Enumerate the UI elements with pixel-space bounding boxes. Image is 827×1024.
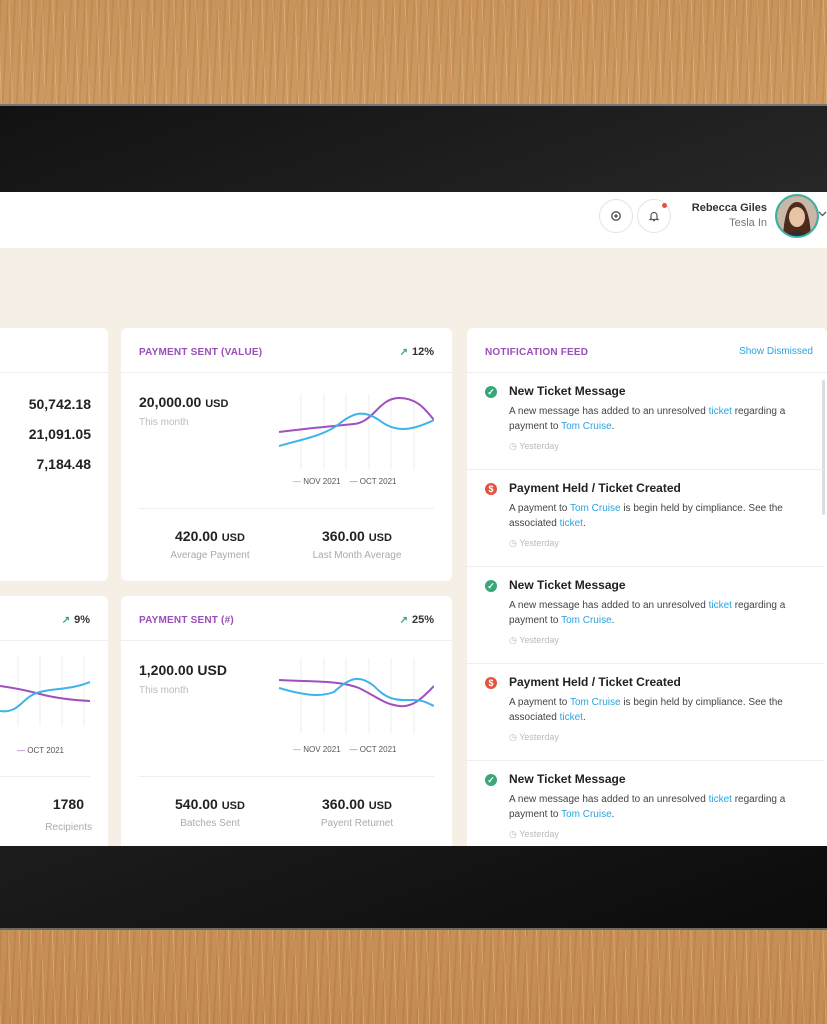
summary-value-3: 7,184.48 (36, 456, 92, 472)
tablet-screen: Rebecca Giles Tesla In 50,742.18 21,091.… (0, 192, 827, 846)
payment-count-period: This month (139, 685, 189, 696)
wood-surface-top (0, 0, 827, 104)
notification-item[interactable]: ✓ New Ticket Message A new message has a… (467, 761, 824, 846)
dollar-alert-icon: $ (485, 483, 497, 495)
notification-item[interactable]: ✓ New Ticket Message A new message has a… (467, 567, 824, 664)
notifications-button[interactable] (637, 199, 671, 233)
payment-value-title: PAYMENT SENT (VALUE) (139, 347, 263, 358)
trend-up-icon: ↗ (399, 347, 408, 358)
payment-count-header: PAYMENT SENT (#) ↗ 25% (121, 596, 452, 641)
check-circle-icon: ✓ (485, 580, 497, 592)
recipients-line-chart (0, 656, 90, 726)
user-company: Tesla In (729, 217, 767, 229)
payment-value-legend: — NOV 2021 — OCT 2021 (293, 477, 397, 486)
legend-swatch-oct: — (349, 477, 358, 486)
recipients-card: ↗ 9% — OCT 2021 1780 Recipients (0, 596, 108, 846)
legend-swatch-nov: — (293, 477, 301, 486)
notification-time: ◷ Yesterday (509, 441, 559, 451)
show-dismissed-link[interactable]: Show Dismissed (739, 346, 813, 357)
wood-surface-bottom (0, 926, 827, 1024)
trend-up-icon: ↗ (399, 615, 408, 626)
last-month-average-stat: 360.00 USD Last Month Average (312, 528, 402, 561)
recipients-value: 1780 (52, 796, 84, 812)
settings-button[interactable] (599, 199, 633, 233)
ticket-link[interactable]: ticket (709, 600, 732, 611)
recipients-label: Recipients (45, 822, 92, 833)
avatar-photo (777, 196, 817, 236)
notification-item[interactable]: $ Payment Held / Ticket Created A paymen… (467, 664, 824, 761)
payment-value-card: PAYMENT SENT (VALUE) ↗ 12% 20,000.00 USD … (121, 328, 452, 581)
series-oct-2021 (0, 685, 90, 702)
notification-feed: NOTIFICATION FEED Show Dismissed ✓ New T… (467, 328, 827, 846)
payment-value-line-chart (279, 394, 434, 469)
batches-sent-stat: 540.00 USD Batches Sent (175, 796, 245, 829)
legend-swatch-oct: — (349, 745, 358, 754)
ticket-link[interactable]: ticket (560, 712, 583, 723)
notification-item[interactable]: $ Payment Held / Ticket Created A paymen… (467, 470, 824, 567)
payment-count-amount: 1,200.00 USD (139, 662, 227, 678)
user-name: Rebecca Giles (691, 202, 767, 214)
ticket-link[interactable]: ticket (709, 794, 732, 805)
recipient-link[interactable]: Tom Cruise (561, 615, 612, 626)
series-nov-2021 (279, 677, 434, 707)
notification-feed-title: NOTIFICATION FEED (485, 347, 589, 358)
payment-value-header: PAYMENT SENT (VALUE) ↗ 12% (121, 328, 452, 373)
bell-icon (648, 211, 660, 222)
legend-swatch-nov: — (293, 745, 301, 754)
notification-dot (662, 203, 667, 208)
ticket-link[interactable]: ticket (709, 406, 732, 417)
recipient-link[interactable]: Tom Cruise (561, 421, 612, 432)
notification-feed-header: NOTIFICATION FEED Show Dismissed (467, 328, 827, 373)
recipients-card-header: ↗ 9% (0, 596, 108, 641)
series-nov-2021 (0, 681, 90, 713)
check-circle-icon: ✓ (485, 774, 497, 786)
notification-time: ◷ Yesterday (509, 635, 559, 645)
notification-time: ◷ Yesterday (509, 829, 559, 839)
ticket-link[interactable]: ticket (560, 518, 583, 529)
gear-icon (611, 211, 621, 221)
summary-card: 50,742.18 21,091.05 7,184.48 (0, 328, 108, 581)
payment-count-legend: — NOV 2021 — OCT 2021 (293, 745, 397, 754)
recipients-legend: — OCT 2021 (17, 746, 64, 755)
payment-returned-stat: 360.00 USD Payent Returnet (320, 796, 394, 829)
payment-count-title: PAYMENT SENT (#) (139, 615, 234, 626)
recipients-change: ↗ 9% (61, 614, 90, 626)
divider (139, 508, 434, 509)
summary-value-2: 21,091.05 (28, 426, 91, 442)
recipient-link[interactable]: Tom Cruise (561, 809, 612, 820)
trend-up-icon: ↗ (61, 615, 71, 626)
notification-time: ◷ Yesterday (509, 732, 559, 742)
avatar[interactable] (775, 194, 819, 238)
payment-value-period: This month (139, 417, 189, 428)
divider (139, 776, 434, 777)
chevron-down-icon[interactable] (818, 209, 827, 218)
divider (0, 776, 90, 777)
dollar-alert-icon: $ (485, 677, 497, 689)
average-payment-stat: 420.00 USD Average Payment (170, 528, 250, 561)
summary-value-1: 50,742.18 (28, 396, 91, 412)
recipient-link[interactable]: Tom Cruise (570, 697, 621, 708)
check-circle-icon: ✓ (485, 386, 497, 398)
payment-count-card: PAYMENT SENT (#) ↗ 25% 1,200.00 USD This … (121, 596, 452, 846)
notification-time: ◷ Yesterday (509, 538, 559, 548)
notification-item[interactable]: ✓ New Ticket Message A new message has a… (467, 373, 824, 470)
payment-count-change: ↗ 25% (399, 614, 434, 626)
payment-count-line-chart (279, 658, 434, 733)
payment-value-amount: 20,000.00 USD (139, 394, 229, 410)
legend-swatch-oct: — (17, 746, 25, 755)
recipient-link[interactable]: Tom Cruise (570, 503, 621, 514)
top-bar: Rebecca Giles Tesla In (0, 192, 827, 248)
payment-value-change: ↗ 12% (399, 346, 434, 358)
summary-card-header (0, 328, 108, 373)
